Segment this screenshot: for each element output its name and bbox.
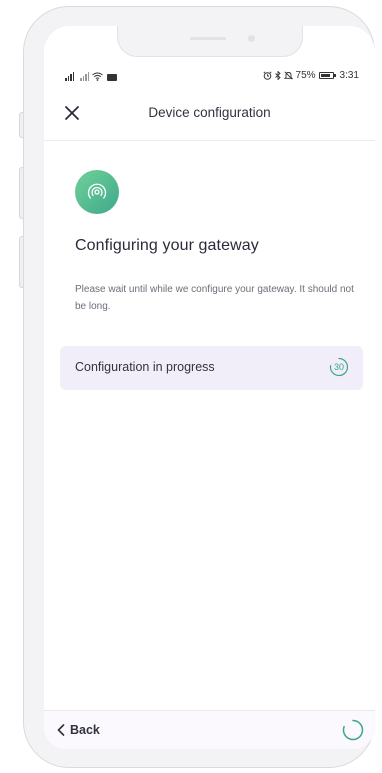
back-label: Back bbox=[70, 723, 100, 737]
countdown-value: 30 bbox=[333, 362, 344, 372]
speaker bbox=[190, 37, 226, 40]
back-button[interactable]: Back bbox=[57, 723, 100, 737]
phone-screen: 75% 3:31 Device configuration Configurin… bbox=[44, 26, 375, 749]
canvas: 75% 3:31 Device configuration Configurin… bbox=[0, 0, 382, 773]
gateway-signal-icon bbox=[75, 170, 119, 214]
countdown-timer: 30 bbox=[329, 357, 349, 377]
section-title: Configuring your gateway bbox=[75, 237, 259, 254]
page-title: Device configuration bbox=[148, 105, 271, 120]
notch bbox=[117, 26, 303, 57]
signal-icon bbox=[65, 72, 74, 81]
battery-percent: 75% bbox=[295, 70, 316, 81]
status-time: 3:31 bbox=[339, 70, 359, 81]
status-right: 75% 3:31 bbox=[263, 70, 359, 81]
loading-spinner-icon bbox=[342, 719, 364, 741]
mute-icon bbox=[283, 71, 293, 80]
progress-card: Configuration in progress 30 bbox=[60, 346, 363, 390]
battery-icon bbox=[318, 72, 336, 79]
video-icon bbox=[107, 74, 117, 81]
wifi-icon bbox=[92, 72, 103, 81]
camera bbox=[248, 35, 255, 42]
alarm-icon bbox=[263, 71, 272, 80]
chevron-left-icon bbox=[57, 724, 65, 736]
section-description: Please wait until while we configure you… bbox=[75, 284, 354, 312]
progress-label: Configuration in progress bbox=[75, 360, 215, 374]
header: Device configuration bbox=[44, 88, 375, 141]
status-left bbox=[65, 70, 117, 81]
bluetooth-icon bbox=[274, 71, 281, 80]
signal-icon bbox=[80, 72, 89, 81]
status-bar: 75% 3:31 bbox=[44, 70, 375, 84]
footer: Back bbox=[44, 710, 375, 749]
